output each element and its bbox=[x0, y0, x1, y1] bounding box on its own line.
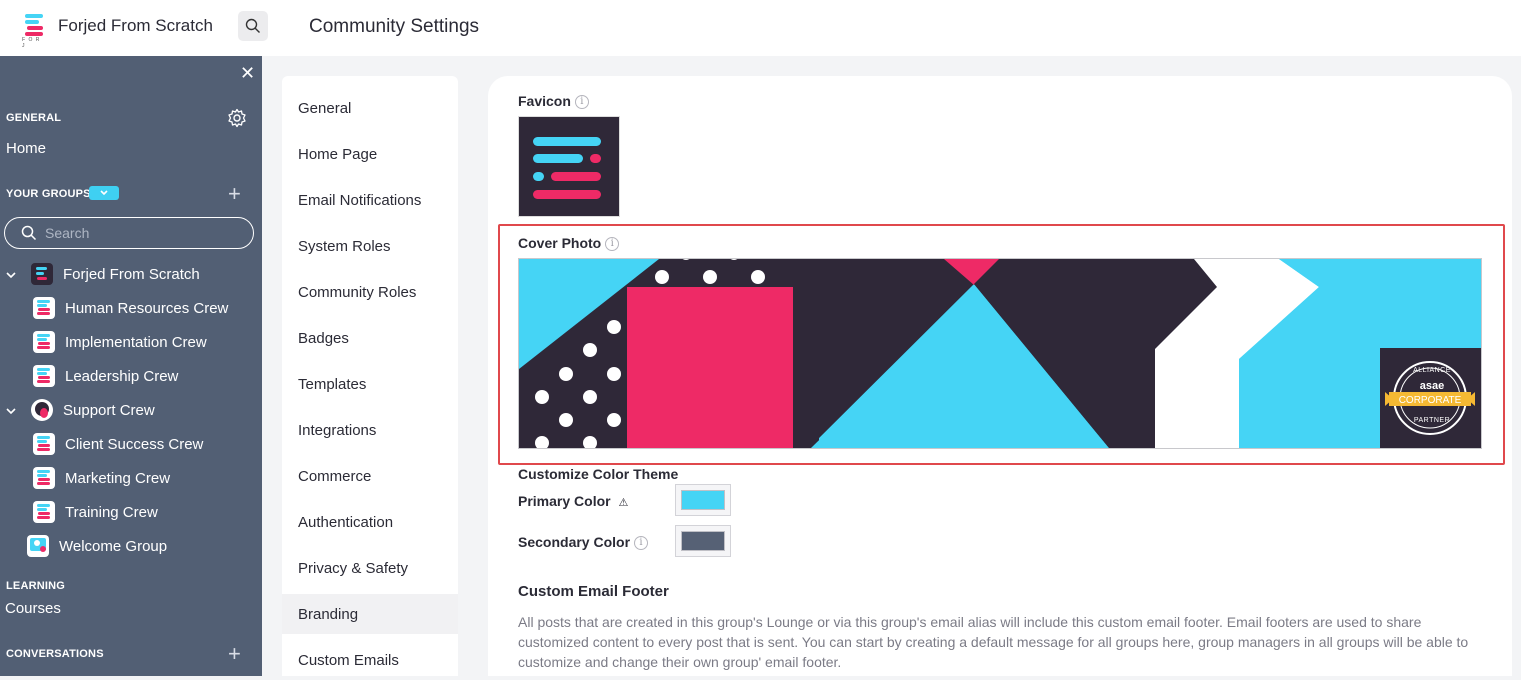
settings-nav-community-roles[interactable]: Community Roles bbox=[282, 272, 458, 312]
favicon-label-text: Favicon bbox=[518, 93, 571, 109]
settings-nav: General Home Page Email Notifications Sy… bbox=[282, 76, 458, 676]
sidebar-home-link[interactable]: Home bbox=[6, 140, 46, 157]
email-footer-description: All posts that are created in this group… bbox=[518, 614, 1469, 670]
email-footer-heading: Custom Email Footer bbox=[518, 583, 669, 600]
settings-nav-email-notifications[interactable]: Email Notifications bbox=[282, 180, 458, 220]
conversations-heading: CONVERSATIONS bbox=[6, 648, 104, 660]
cover-photo-label: Cover Photo i bbox=[518, 235, 620, 252]
forj-logo-icon bbox=[33, 331, 55, 353]
search-button[interactable] bbox=[238, 11, 268, 41]
forj-logo-icon bbox=[33, 297, 55, 319]
cover-photo-image[interactable]: ALLIANCE asae CORPORATE PARTNER bbox=[518, 258, 1482, 449]
settings-nav-system-roles[interactable]: System Roles bbox=[282, 226, 458, 266]
settings-nav-home-page[interactable]: Home Page bbox=[282, 134, 458, 174]
sidebar-group-label: Training Crew bbox=[65, 503, 158, 521]
badge-text-partner: PARTNER bbox=[1413, 417, 1451, 424]
sidebar: ✕ GENERAL Home YOUR GROUPS + Forjed From… bbox=[0, 56, 262, 676]
forj-logo-icon bbox=[33, 501, 55, 523]
settings-nav-templates[interactable]: Templates bbox=[282, 364, 458, 404]
sidebar-group-client-success-crew[interactable]: Client Success Crew bbox=[33, 431, 203, 457]
settings-nav-authentication[interactable]: Authentication bbox=[282, 502, 458, 542]
sidebar-group-forjed-from-scratch[interactable]: Forjed From Scratch bbox=[31, 261, 200, 287]
secondary-color-label: Secondary Color i bbox=[518, 534, 649, 551]
add-conversation-icon[interactable]: + bbox=[228, 643, 241, 665]
groups-dropdown-toggle[interactable] bbox=[89, 186, 119, 200]
sidebar-group-human-resources-crew[interactable]: Human Resources Crew bbox=[33, 295, 228, 321]
sidebar-group-implementation-crew[interactable]: Implementation Crew bbox=[33, 329, 207, 355]
settings-nav-badges[interactable]: Badges bbox=[282, 318, 458, 358]
sidebar-search[interactable] bbox=[4, 217, 254, 249]
favicon-image[interactable] bbox=[518, 116, 620, 217]
favicon-label: Favicon i bbox=[518, 93, 589, 110]
sidebar-group-label: Client Success Crew bbox=[65, 435, 204, 453]
settings-nav-privacy-safety[interactable]: Privacy & Safety bbox=[282, 548, 458, 588]
badge-text-alliance: ALLIANCE bbox=[1413, 367, 1451, 374]
sidebar-group-label: Human Resources Crew bbox=[65, 299, 229, 317]
warning-icon[interactable]: ⚠ bbox=[618, 497, 628, 509]
secondary-color-swatch bbox=[681, 531, 725, 551]
sidebar-group-label: Implementation Crew bbox=[65, 333, 207, 351]
sidebar-group-label: Welcome Group bbox=[59, 537, 168, 555]
sidebar-courses-link[interactable]: Courses bbox=[5, 600, 61, 617]
sidebar-group-support-crew[interactable]: Support Crew bbox=[31, 397, 155, 423]
close-icon[interactable]: ✕ bbox=[240, 64, 255, 82]
welcome-group-icon bbox=[27, 535, 49, 557]
secondary-color-label-text: Secondary Color bbox=[518, 534, 631, 550]
search-icon bbox=[21, 225, 37, 241]
chevron-down-icon[interactable] bbox=[5, 269, 17, 281]
primary-color-label: Primary Color ⚠ bbox=[518, 493, 628, 509]
sidebar-group-marketing-crew[interactable]: Marketing Crew bbox=[33, 465, 170, 491]
avatar bbox=[31, 399, 53, 421]
app-name[interactable]: Forjed From Scratch bbox=[58, 16, 213, 36]
primary-color-swatch bbox=[681, 490, 725, 510]
primary-color-label-text: Primary Color bbox=[518, 493, 611, 509]
forj-logo-icon bbox=[31, 263, 53, 285]
settings-nav-branding[interactable]: Branding bbox=[282, 594, 458, 634]
sidebar-group-leadership-crew[interactable]: Leadership Crew bbox=[33, 363, 178, 389]
search-icon bbox=[245, 18, 260, 33]
sidebar-search-input[interactable] bbox=[45, 225, 245, 241]
sidebar-group-welcome-group[interactable]: Welcome Group bbox=[27, 533, 167, 559]
settings-nav-commerce[interactable]: Commerce bbox=[282, 456, 458, 496]
branding-panel: Favicon i Cover Photo i ALLIANCE asae CO… bbox=[488, 76, 1512, 676]
badge-text-brand: asae bbox=[1419, 380, 1445, 392]
your-groups-heading: YOUR GROUPS bbox=[6, 188, 91, 200]
general-heading: GENERAL bbox=[6, 112, 62, 124]
sidebar-group-label: Leadership Crew bbox=[65, 367, 179, 385]
sidebar-group-label: Marketing Crew bbox=[65, 469, 171, 487]
sidebar-group-label: Support Crew bbox=[63, 401, 155, 419]
secondary-color-picker[interactable] bbox=[675, 525, 731, 557]
page-title: Community Settings bbox=[309, 16, 480, 37]
color-theme-heading: Customize Color Theme bbox=[518, 466, 679, 482]
sidebar-group-label: Forjed From Scratch bbox=[63, 265, 200, 283]
forj-logo-icon bbox=[33, 467, 55, 489]
settings-nav-integrations[interactable]: Integrations bbox=[282, 410, 458, 450]
forj-logo-icon bbox=[33, 433, 55, 455]
settings-nav-general[interactable]: General bbox=[282, 88, 458, 128]
info-icon[interactable]: i bbox=[605, 237, 620, 252]
settings-nav-custom-emails[interactable]: Custom Emails bbox=[282, 640, 458, 680]
forj-logo-icon bbox=[33, 365, 55, 387]
chevron-down-icon[interactable] bbox=[5, 405, 17, 417]
info-icon[interactable]: i bbox=[634, 536, 649, 551]
badge-text-corporate: CORPORATE bbox=[1398, 395, 1462, 406]
info-icon[interactable]: i bbox=[574, 95, 589, 110]
chevron-down-icon bbox=[100, 190, 108, 196]
add-group-icon[interactable]: + bbox=[228, 183, 241, 205]
primary-color-picker[interactable] bbox=[675, 484, 731, 516]
cover-art bbox=[519, 259, 1481, 448]
learning-heading: LEARNING bbox=[6, 580, 66, 592]
sidebar-group-training-crew[interactable]: Training Crew bbox=[33, 499, 158, 525]
gear-icon[interactable] bbox=[227, 108, 247, 128]
cover-photo-label-text: Cover Photo bbox=[518, 235, 602, 251]
forj-logo-icon[interactable]: F O R J bbox=[22, 14, 46, 49]
top-bar: F O R J Forjed From Scratch Community Se… bbox=[0, 0, 1521, 56]
